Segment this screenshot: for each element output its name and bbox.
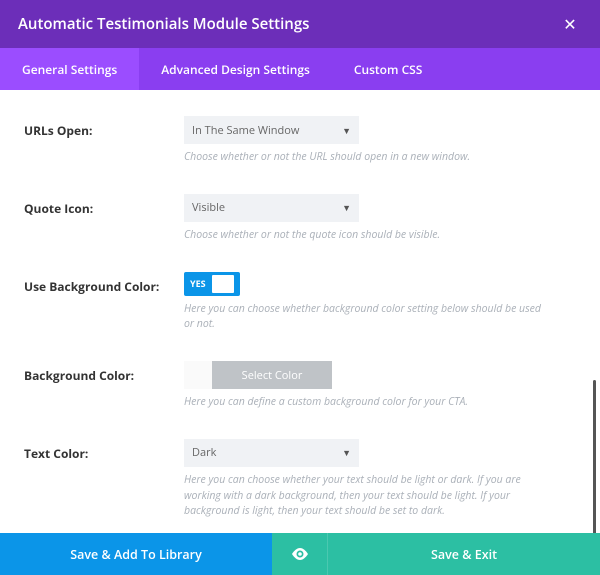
label-use-bg-color: Use Background Color:: [24, 272, 184, 334]
hint-bg-color: Here you can define a custom background …: [184, 395, 544, 411]
preview-button[interactable]: [272, 533, 328, 575]
toggle-label: YES: [186, 277, 210, 290]
field-text-color: Text Color: Dark ▼ Here you can choose w…: [24, 425, 576, 533]
field-urls-open: URLs Open: In The Same Window ▼ Choose w…: [24, 102, 576, 180]
caret-down-icon: ▼: [342, 201, 351, 214]
eye-icon: [291, 548, 309, 560]
settings-modal: Automatic Testimonials Module Settings ✕…: [0, 0, 600, 575]
color-swatch[interactable]: [184, 361, 212, 389]
modal-title: Automatic Testimonials Module Settings: [18, 14, 309, 34]
tab-general-settings[interactable]: General Settings: [0, 48, 139, 90]
settings-content: URLs Open: In The Same Window ▼ Choose w…: [0, 90, 600, 533]
field-quote-icon: Quote Icon: Visible ▼ Choose whether or …: [24, 180, 576, 258]
select-color-button[interactable]: Select Color: [212, 361, 332, 389]
label-bg-color: Background Color:: [24, 361, 184, 411]
toggle-knob: [212, 275, 234, 293]
select-value: Dark: [192, 445, 216, 460]
hint-urls-open: Choose whether or not the URL should ope…: [184, 150, 544, 166]
label-text-color: Text Color:: [24, 439, 184, 520]
select-value: Visible: [192, 200, 225, 215]
field-bg-color: Background Color: Select Color Here you …: [24, 347, 576, 425]
scrollbar-thumb[interactable]: [593, 380, 596, 533]
save-add-library-button[interactable]: Save & Add To Library: [0, 533, 272, 575]
hint-use-bg-color: Here you can choose whether background c…: [184, 302, 544, 334]
caret-down-icon: ▼: [342, 446, 351, 459]
hint-text-color: Here you can choose whether your text sh…: [184, 473, 544, 520]
select-quote-icon[interactable]: Visible ▼: [184, 194, 359, 222]
modal-header: Automatic Testimonials Module Settings ✕: [0, 0, 600, 48]
tab-advanced-design[interactable]: Advanced Design Settings: [139, 48, 332, 90]
tab-bar: General Settings Advanced Design Setting…: [0, 48, 600, 90]
select-text-color[interactable]: Dark ▼: [184, 439, 359, 467]
hint-quote-icon: Choose whether or not the quote icon sho…: [184, 228, 544, 244]
label-urls-open: URLs Open:: [24, 116, 184, 166]
modal-footer: Save & Add To Library Save & Exit: [0, 533, 600, 575]
tab-custom-css[interactable]: Custom CSS: [332, 48, 445, 90]
label-quote-icon: Quote Icon:: [24, 194, 184, 244]
select-urls-open[interactable]: In The Same Window ▼: [184, 116, 359, 144]
select-value: In The Same Window: [192, 123, 299, 138]
save-exit-button[interactable]: Save & Exit: [328, 533, 600, 575]
toggle-use-bg-color[interactable]: YES: [184, 272, 240, 296]
field-use-bg-color: Use Background Color: YES Here you can c…: [24, 258, 576, 348]
close-icon[interactable]: ✕: [558, 12, 582, 36]
caret-down-icon: ▼: [342, 124, 351, 137]
